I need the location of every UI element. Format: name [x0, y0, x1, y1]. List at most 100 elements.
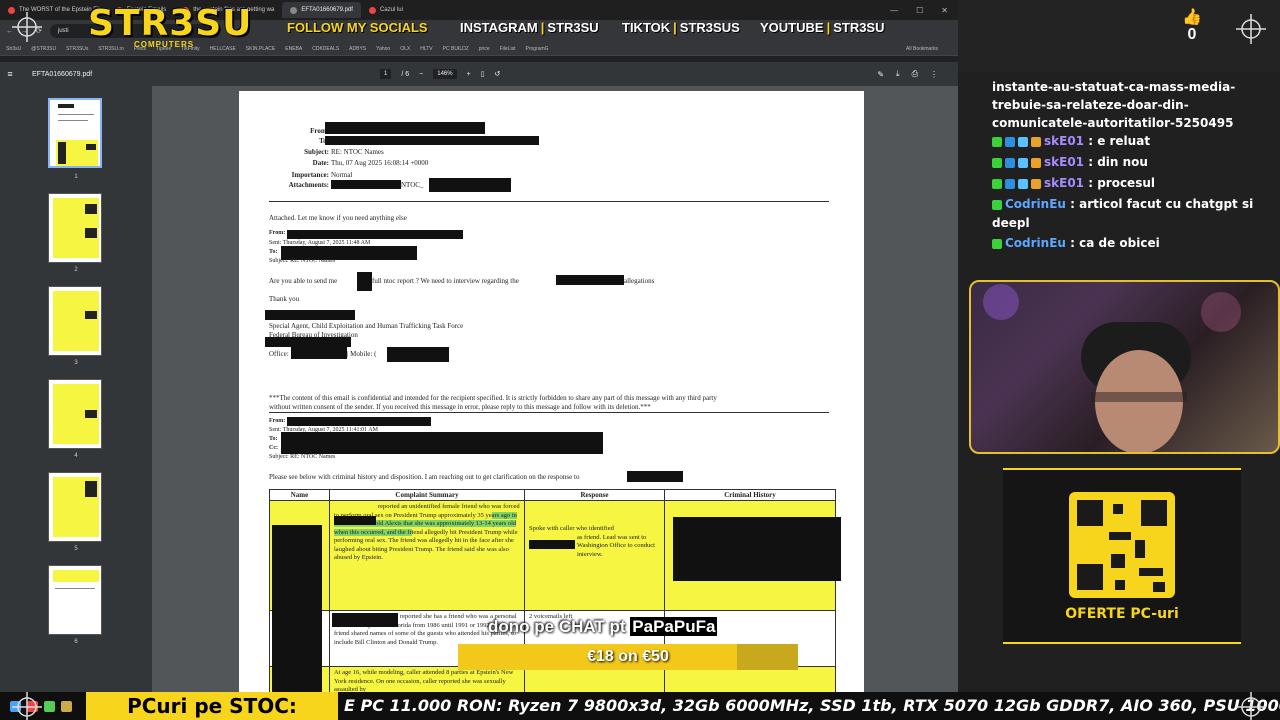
bookmark[interactable]: ProgramG — [525, 46, 548, 52]
cc-line: Cc: — [269, 445, 278, 451]
tab-5[interactable]: Cazul lui — [361, 2, 411, 18]
column-header: Complaint Summary — [329, 489, 525, 501]
bookmark[interactable]: PC BUILDZ — [443, 46, 469, 52]
menu-icon[interactable]: ≡ — [0, 69, 20, 79]
thumbnail-number: 2 — [74, 267, 78, 273]
zoom-out-icon[interactable]: − — [419, 71, 423, 78]
page-number-input[interactable]: 1 — [380, 69, 392, 79]
chat-text: ca de obicei — [1079, 236, 1160, 250]
rotate-icon[interactable]: ↺ — [495, 70, 501, 78]
response-cell — [524, 666, 665, 692]
bookmark[interactable]: OLX — [400, 46, 410, 52]
sidebar-header: 👍 0 — [958, 0, 1280, 72]
chat-username[interactable]: CodrinEu — [1005, 236, 1066, 250]
badge-icon — [1031, 158, 1041, 168]
column-header: Name — [269, 489, 330, 501]
thumbnail-number: 3 — [74, 360, 78, 366]
pdf-icon — [290, 6, 298, 14]
chat-username[interactable]: CodrinEu — [1005, 197, 1066, 211]
minimize-icon[interactable]: — — [890, 6, 898, 15]
ticker-label: PCuri pe STOC: — [86, 692, 338, 720]
thumbnail-page-2[interactable] — [48, 193, 102, 263]
fit-page-icon[interactable]: ▯ — [481, 70, 485, 78]
chat-text: din nou — [1097, 155, 1148, 169]
redaction — [265, 310, 355, 320]
badge-icon — [992, 200, 1002, 210]
bookmark[interactable]: @STR3SU — [31, 46, 56, 52]
crosshair-icon — [12, 12, 42, 42]
bookmark[interactable]: ADBYS — [349, 46, 366, 52]
bookmark[interactable]: ENEBA — [285, 46, 302, 52]
bookmark[interactable]: price — [479, 46, 490, 52]
to-line: To: — [269, 436, 278, 442]
bookmark[interactable]: Yahoo — [376, 46, 390, 52]
logo-text: STR3SU — [88, 3, 253, 44]
redaction — [281, 432, 603, 454]
redaction — [357, 272, 372, 291]
bookmark[interactable]: FileList — [500, 46, 516, 52]
redaction — [331, 180, 401, 189]
chat-text: instante-au-statuat-ca-mass-media-trebui… — [992, 80, 1236, 130]
zoom-input[interactable]: 146% — [433, 69, 457, 79]
chat-badges — [992, 154, 1044, 172]
chat-username[interactable]: skE01 — [1044, 134, 1084, 148]
importance-label: Importance: — [291, 171, 329, 179]
tab-title: Cazul lui — [379, 7, 403, 13]
chat-message: skE01 : procesul — [992, 174, 1280, 193]
badge-icon — [1018, 179, 1028, 189]
all-bookmarks[interactable]: All Bookmarks — [906, 46, 958, 52]
chat-username[interactable]: skE01 — [1044, 176, 1084, 190]
chat-username[interactable]: skE01 — [1044, 155, 1084, 169]
separator: | — [826, 20, 831, 35]
social-handle: STR3SU — [833, 20, 885, 35]
chat-badges — [992, 133, 1044, 151]
donation-alert: dono pe CHAT pt PaPaPuFa — [488, 617, 718, 637]
app-icon[interactable] — [44, 700, 55, 712]
bookmark[interactable]: STR3SUs — [66, 46, 88, 52]
ticker-message: E PC 11.000 RON: Ryzen 7 9800x3d, 32Gb 6… — [344, 696, 1280, 715]
print-icon[interactable]: ⎙ — [912, 69, 918, 79]
request-text-a: Are you able to send me — [269, 277, 338, 285]
pdf-viewer[interactable]: From: To: Subject: RE: NTOC Names Date: … — [152, 86, 958, 692]
redaction — [556, 275, 624, 285]
thumbnail-page-4[interactable] — [48, 379, 102, 449]
bookmark[interactable]: CDKDEALS — [312, 46, 339, 52]
instagram-handle: INSTAGRAM | STR3SU — [460, 20, 599, 35]
social-handle: STR3SU — [547, 20, 599, 35]
thumbnail-page-5[interactable] — [48, 472, 102, 542]
pdf-actions: ✎ ⤓ ⎙ ⋮ — [877, 62, 938, 86]
criminal-history-cell — [664, 500, 841, 611]
thumbnail-page-6[interactable] — [48, 565, 102, 635]
chat-text: e reluat — [1097, 134, 1151, 148]
badge-icon — [1005, 179, 1015, 189]
zoom-in-icon[interactable]: + — [467, 71, 471, 78]
badge-icon — [992, 158, 1002, 168]
from-line: From: — [269, 418, 286, 424]
pc-promo-panel: OFERTE PC-uri — [1003, 468, 1241, 644]
qr-code[interactable] — [1069, 492, 1175, 598]
date-label: Date: — [312, 159, 329, 167]
badge-icon — [1005, 158, 1015, 168]
to-line: To: — [269, 249, 278, 255]
folder-icon[interactable] — [61, 700, 72, 712]
bookmark[interactable]: HLTV — [420, 46, 432, 52]
subject-value: RE: NTOC Names — [331, 148, 384, 156]
thumbnail-page-1[interactable] — [48, 98, 102, 168]
annotate-icon[interactable]: ✎ — [877, 70, 884, 79]
to-label: To: — [249, 137, 329, 145]
table-row: reported an unidentified female friend w… — [269, 500, 841, 615]
tab-4[interactable]: EFTA01660679.pdf — [282, 2, 361, 18]
table-row: At age 16, while modeling, caller attend… — [269, 666, 836, 692]
crosshair-icon — [1236, 692, 1266, 720]
thumbnail-page-3[interactable] — [48, 286, 102, 356]
like-counter: 👍 0 — [1182, 10, 1202, 44]
close-icon[interactable]: ✕ — [941, 6, 948, 15]
maximize-icon[interactable]: ☐ — [916, 6, 923, 15]
chat-message: CodrinEu : articol facut cu chatgpt si d… — [992, 197, 1254, 230]
more-icon[interactable]: ⋮ — [930, 70, 938, 79]
pdf-page-controls: 1 / 6 − 146% + ▯ ↺ — [380, 62, 500, 86]
response-cell: Spoke with caller who identified as frie… — [524, 500, 665, 611]
bookmark[interactable]: Str3sU — [6, 46, 21, 52]
download-icon[interactable]: ⤓ — [896, 69, 900, 79]
chat-message: instante-au-statuat-ca-mass-media-trebui… — [992, 78, 1280, 132]
